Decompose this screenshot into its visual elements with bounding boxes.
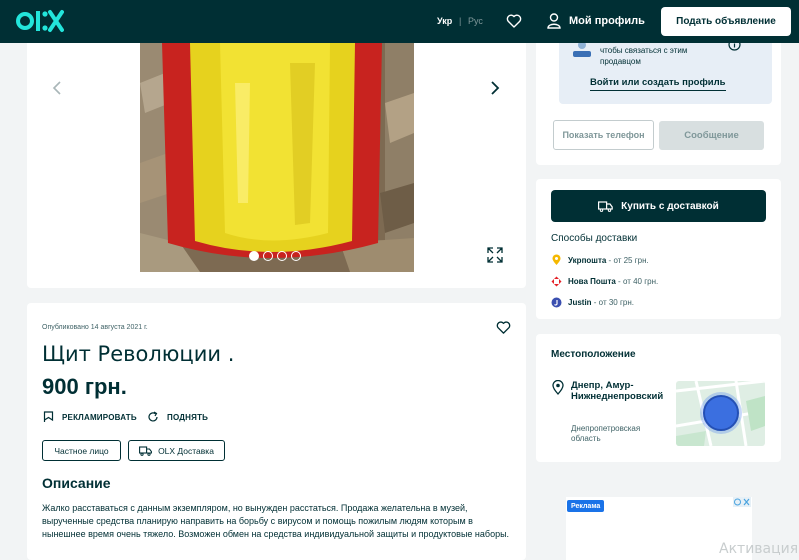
lang-separator: | — [459, 16, 462, 26]
truck-icon — [139, 445, 153, 456]
carrier-justin: Justin - от 30 грн. — [551, 297, 634, 308]
ad-badge: Реклама — [567, 500, 605, 512]
windows-activation-watermark: Активация — [719, 541, 799, 557]
message-button[interactable]: Сообщение — [659, 121, 764, 150]
login-or-register-link[interactable]: Войти или создать профиль — [590, 77, 726, 91]
promote-label: РЕКЛАМИРОВАТЬ — [62, 412, 137, 422]
lang-rus-link[interactable]: Рус — [468, 16, 483, 26]
ad-close-icon[interactable] — [733, 497, 751, 507]
slide-dots — [249, 251, 301, 261]
chevron-left-icon[interactable] — [49, 79, 67, 97]
location-region: Днепропетровская область — [571, 424, 641, 443]
login-prompt-text: чтобы связаться с этим продавцом — [600, 46, 688, 66]
fullscreen-expand-icon[interactable] — [487, 247, 503, 263]
add-to-favorites-heart-icon[interactable] — [496, 320, 511, 335]
slide-dot[interactable] — [277, 251, 287, 261]
olx-logo[interactable] — [16, 8, 64, 34]
justin-logo-icon — [551, 297, 562, 308]
flag-icon — [43, 411, 54, 422]
truck-icon — [598, 200, 613, 212]
raise-label: ПОДНЯТЬ — [167, 412, 209, 422]
seller-avatar-icon — [573, 43, 591, 57]
show-phone-button[interactable]: Показать телефон — [553, 120, 654, 150]
carrier-price: - от 40 грн. — [615, 277, 659, 286]
promote-button[interactable]: РЕКЛАМИРОВАТЬ — [43, 411, 137, 423]
carrier-name: Нова Пошта — [568, 277, 616, 286]
description-heading: Описание — [42, 475, 111, 491]
carrier-price: - от 25 грн. — [606, 255, 649, 265]
olx-delivery-tag: OLX Доставка — [128, 440, 225, 461]
carrier-name: Укрпошта — [568, 255, 607, 265]
nova-poshta-logo-icon — [551, 276, 562, 287]
raise-button[interactable]: ПОДНЯТЬ — [147, 411, 208, 423]
map-pin-icon — [552, 380, 564, 395]
lang-ukr-link[interactable]: Укр — [437, 16, 452, 26]
listing-price: 900 грн. — [42, 374, 127, 399]
buy-with-delivery-button[interactable]: Купить с доставкой — [551, 190, 766, 222]
olx-delivery-tag-label: OLX Доставка — [158, 445, 214, 456]
favorites-heart-icon[interactable] — [506, 13, 522, 29]
carrier-ukrposhta: Укрпошта - от 25 грн. — [551, 254, 649, 266]
published-date: Опубликовано 14 августа 2021 г. — [42, 324, 148, 331]
private-person-tag: Частное лицо — [42, 440, 121, 461]
post-ad-button[interactable]: Подать объявление — [661, 7, 791, 36]
info-icon[interactable] — [728, 38, 741, 51]
slide-dot[interactable] — [263, 251, 273, 261]
buy-with-delivery-label: Купить с доставкой — [621, 200, 719, 212]
refresh-icon — [148, 411, 158, 422]
carrier-nova-poshta: Нова Пошта - от 40 грн. — [551, 276, 658, 287]
listing-title: Щит Революции . — [42, 342, 235, 366]
slide-dot[interactable] — [291, 251, 301, 261]
carrier-price: - от 30 грн. — [591, 298, 634, 307]
location-heading: Местоположение — [551, 349, 636, 360]
delivery-methods-heading: Способы доставки — [551, 233, 638, 244]
slide-dot[interactable] — [249, 251, 259, 261]
carrier-name: Justin — [568, 298, 592, 307]
ukrposhta-logo-icon — [552, 254, 561, 265]
location-city: Днепр, Амур-Нижнеднепровский — [571, 380, 664, 402]
listing-photo[interactable] — [140, 43, 414, 272]
my-profile-link[interactable]: Мой профиль — [569, 15, 645, 27]
chevron-right-icon — [491, 81, 500, 95]
location-map[interactable] — [676, 381, 765, 446]
user-icon[interactable] — [547, 13, 561, 29]
description-text: Жалко расставаться с данным экземпляром,… — [42, 503, 510, 539]
next-photo-button[interactable] — [484, 77, 504, 99]
